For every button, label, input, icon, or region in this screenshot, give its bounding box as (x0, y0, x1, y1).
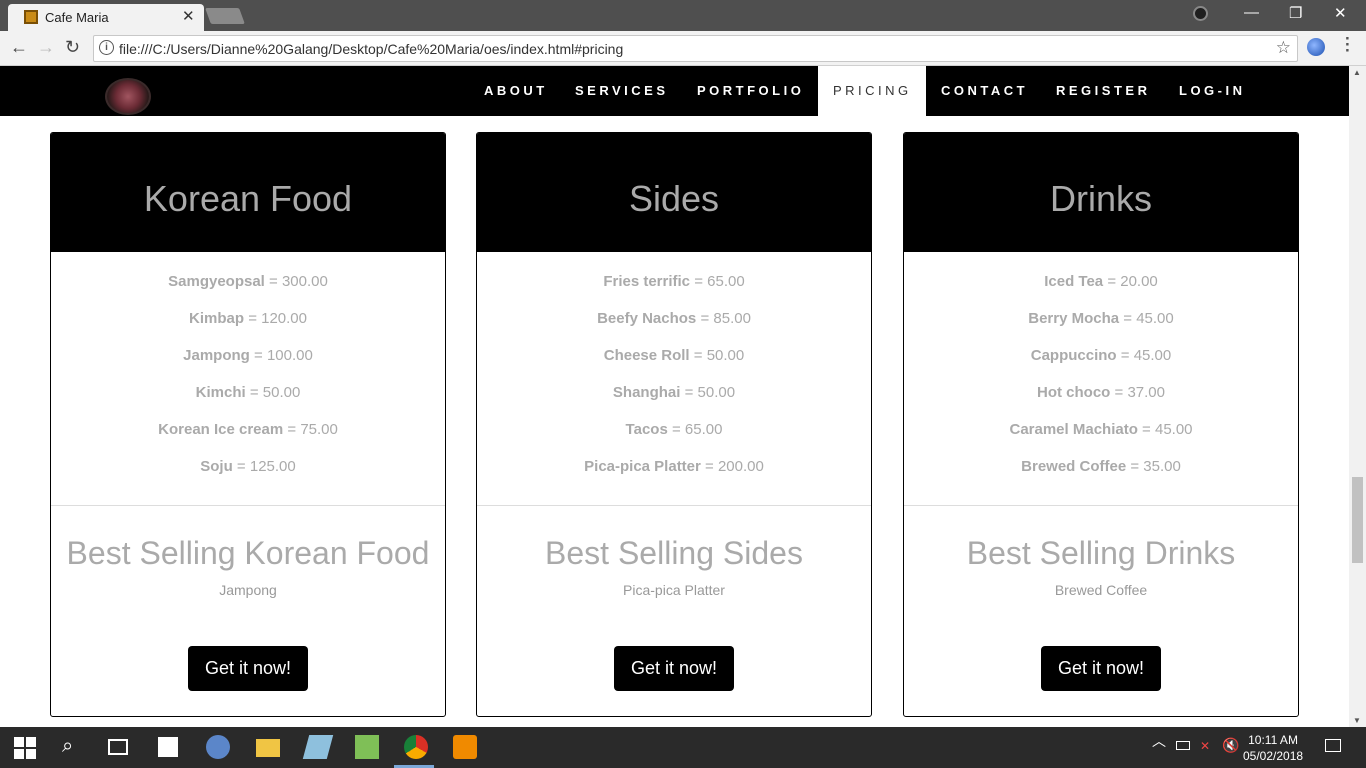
browser-menu-icon[interactable]: · · · (1345, 30, 1351, 59)
nav-pricing[interactable]: PRICING (818, 66, 926, 116)
site-navbar: ABOUT SERVICES PORTFOLIO PRICING CONTACT… (0, 66, 1349, 116)
pricing-card-korean-food: Korean Food Samgyeopsal = 300.00 Kimbap … (50, 132, 446, 717)
menu-list: Samgyeopsal = 300.00 Kimbap = 120.00 Jam… (51, 252, 445, 506)
show-hidden-icons-chevron-icon[interactable]: ︿ (1152, 731, 1166, 751)
get-it-now-button[interactable]: Get it now! (188, 646, 308, 691)
menu-item: Fries terrific = 65.00 (603, 273, 745, 290)
menu-item: Cappuccino = 45.00 (1030, 347, 1172, 364)
url-text: file:///C:/Users/Dianne%20Galang/Desktop… (119, 41, 624, 57)
best-selling-title: Best Selling Sides (545, 535, 803, 571)
nav-about[interactable]: ABOUT (484, 66, 548, 116)
info-icon[interactable]: i (99, 40, 114, 55)
card-title: Korean Food (51, 133, 445, 252)
windows-start-icon[interactable] (14, 735, 38, 759)
task-view-icon[interactable] (108, 739, 128, 755)
paint-icon[interactable] (206, 735, 230, 759)
page-scrollbar[interactable]: ▲ ▼ (1349, 66, 1366, 727)
new-tab-button[interactable] (205, 8, 245, 24)
best-selling-item: Pica-pica Platter (623, 582, 725, 598)
reload-icon[interactable]: ↻ (65, 37, 80, 58)
menu-list: Iced Tea = 20.00 Berry Mocha = 45.00 Cap… (904, 252, 1298, 506)
menu-list: Fries terrific = 65.00 Beefy Nachos = 85… (477, 252, 871, 506)
scroll-down-arrow-icon[interactable]: ▼ (1353, 716, 1361, 725)
windows-taskbar: ⌕ ︿ ✕ 🔇 10:11 AM 05/02/2018 (0, 727, 1366, 768)
nav-contact[interactable]: CONTACT (941, 66, 1028, 116)
best-selling-title: Best Selling Korean Food (66, 535, 430, 571)
menu-item: Iced Tea = 20.00 (1044, 273, 1158, 290)
spreadsheet-icon[interactable] (355, 735, 379, 759)
nav-services[interactable]: SERVICES (575, 66, 669, 116)
network-icon[interactable]: ✕ (1200, 739, 1210, 753)
nav-portfolio[interactable]: PORTFOLIO (697, 66, 804, 116)
back-icon[interactable]: ← (10, 37, 28, 58)
browser-toolbar: ← → ↻ i file:///C:/Users/Dianne%20Galang… (0, 31, 1366, 66)
scroll-up-arrow-icon[interactable]: ▲ (1353, 68, 1361, 77)
menu-item: Korean Ice cream = 75.00 (158, 421, 338, 438)
store-icon[interactable] (158, 737, 178, 757)
search-icon[interactable]: ⌕ (62, 735, 86, 759)
nav-login[interactable]: LOG-IN (1179, 66, 1246, 116)
favicon-icon (24, 10, 38, 24)
nav-register[interactable]: REGISTER (1056, 66, 1150, 116)
file-explorer-icon[interactable] (256, 739, 280, 757)
menu-item: Kimchi = 50.00 (195, 384, 301, 401)
extension-icon[interactable] (1307, 38, 1325, 56)
battery-icon[interactable] (1176, 741, 1190, 750)
menu-item: Brewed Coffee = 35.00 (1021, 458, 1181, 475)
notifications-icon[interactable] (1325, 739, 1341, 752)
tab-title: Cafe Maria (45, 10, 109, 25)
menu-item: Shanghai = 50.00 (612, 384, 736, 401)
clock-date: 05/02/2018 (1243, 749, 1304, 763)
page-viewport: ABOUT SERVICES PORTFOLIO PRICING CONTACT… (0, 66, 1349, 727)
pricing-card-drinks: Drinks Iced Tea = 20.00 Berry Mocha = 45… (903, 132, 1299, 717)
card-title: Sides (477, 133, 871, 252)
sublime-text-icon[interactable] (453, 735, 477, 759)
menu-item: Beefy Nachos = 85.00 (597, 310, 751, 327)
menu-item: Jampong = 100.00 (183, 347, 313, 364)
notepad-icon[interactable] (302, 735, 334, 759)
browser-tab-bar: Cafe Maria ✕ — ❐ ✕ (0, 0, 1366, 31)
cafe-logo[interactable] (105, 78, 151, 115)
best-selling-item: Brewed Coffee (1054, 582, 1148, 598)
scrollbar-thumb[interactable] (1352, 477, 1363, 563)
menu-item: Tacos = 65.00 (625, 421, 723, 438)
menu-item: Berry Mocha = 45.00 (1028, 310, 1174, 327)
menu-item: Pica-pica Platter = 200.00 (584, 458, 764, 475)
address-bar[interactable]: i file:///C:/Users/Dianne%20Galang/Deskt… (93, 35, 1298, 62)
forward-icon[interactable]: → (37, 37, 55, 58)
menu-item: Caramel Machiato = 45.00 (1009, 421, 1193, 438)
menu-item: Kimbap = 120.00 (189, 310, 307, 327)
card-title: Drinks (904, 133, 1298, 252)
pricing-card-sides: Sides Fries terrific = 65.00 Beefy Nacho… (476, 132, 872, 717)
close-tab-icon[interactable]: ✕ (182, 7, 195, 25)
clock-time: 10:11 AM (1248, 733, 1298, 747)
get-it-now-button[interactable]: Get it now! (1041, 646, 1161, 691)
close-window-icon[interactable]: ✕ (1334, 4, 1347, 22)
best-selling-title: Best Selling Drinks (966, 535, 1236, 571)
bookmark-star-icon[interactable]: ☆ (1276, 38, 1291, 58)
user-profile-icon[interactable] (1193, 6, 1208, 21)
get-it-now-button[interactable]: Get it now! (614, 646, 734, 691)
volume-muted-icon[interactable]: 🔇 (1222, 737, 1239, 754)
chrome-icon[interactable] (404, 735, 428, 759)
menu-item: Hot choco = 37.00 (1037, 384, 1165, 401)
best-selling-item: Jampong (219, 582, 277, 598)
browser-tab[interactable]: Cafe Maria ✕ (8, 4, 204, 31)
menu-item: Samgyeopsal = 300.00 (168, 273, 328, 290)
clock[interactable]: 10:11 AM 05/02/2018 (1243, 732, 1303, 764)
restore-icon[interactable]: ❐ (1289, 4, 1302, 22)
menu-item: Cheese Roll = 50.00 (603, 347, 745, 364)
menu-item: Soju = 125.00 (200, 458, 296, 475)
minimize-icon[interactable]: — (1244, 4, 1259, 21)
